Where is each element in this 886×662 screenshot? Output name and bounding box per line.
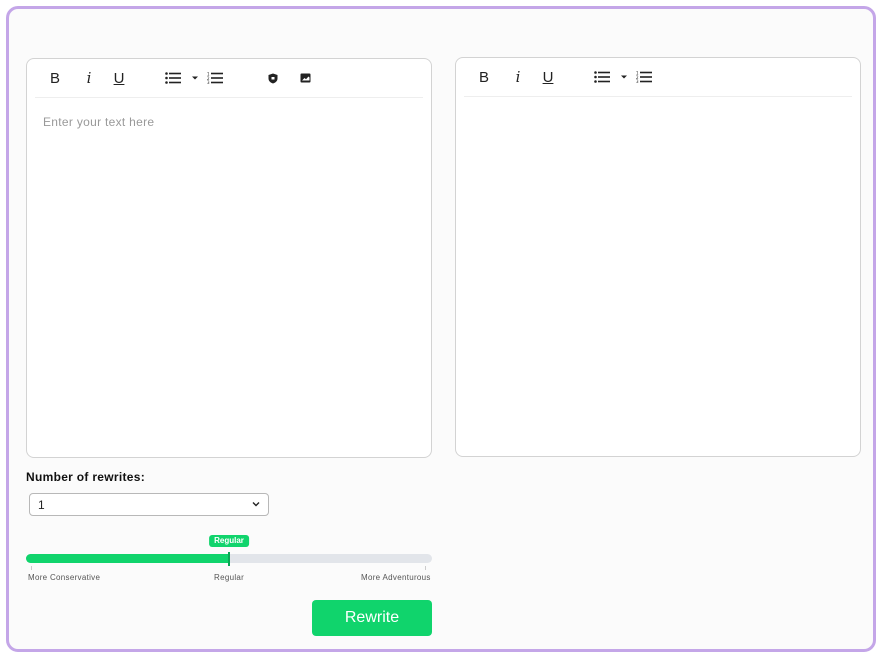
- underline-button[interactable]: U: [540, 67, 556, 87]
- input-text-area[interactable]: Enter your text here: [43, 115, 415, 441]
- numbered-list-icon: 1 2 3: [207, 72, 223, 84]
- image-button[interactable]: [297, 68, 313, 88]
- bulleted-list-icon: [165, 72, 181, 84]
- svg-text:3: 3: [207, 80, 210, 84]
- slider-min-label: More Conservative: [28, 573, 101, 582]
- slider-tick-max: [425, 566, 426, 570]
- list-style-dropdown[interactable]: [616, 67, 632, 87]
- bulleted-list-button[interactable]: [594, 67, 610, 87]
- numbered-list-icon: 1 2 3: [636, 71, 652, 83]
- shield-button[interactable]: [265, 68, 281, 88]
- image-icon: [300, 73, 310, 83]
- slider-max-label: More Adventurous: [361, 573, 431, 582]
- rewrites-select[interactable]: 1: [29, 493, 269, 516]
- numbered-list-button[interactable]: 1 2 3: [636, 67, 652, 87]
- rewrite-button[interactable]: Rewrite: [312, 600, 432, 636]
- slider-mid-label: Regular: [214, 573, 245, 582]
- input-placeholder: Enter your text here: [43, 115, 155, 129]
- caret-down-icon: [192, 76, 198, 80]
- bold-button[interactable]: B: [47, 68, 63, 88]
- output-editor-toolbar: B i U 1 2 3: [464, 58, 852, 97]
- input-editor-toolbar: B i U 1 2 3: [35, 59, 423, 98]
- list-style-dropdown[interactable]: [187, 68, 203, 88]
- numbered-list-button[interactable]: 1 2 3: [207, 68, 223, 88]
- creativity-slider-handle[interactable]: [228, 552, 230, 566]
- rewrites-selected-value: 1: [38, 497, 45, 512]
- bulleted-list-icon: [594, 71, 610, 83]
- input-editor[interactable]: B i U 1 2 3 Enter your text here: [26, 58, 432, 458]
- italic-button[interactable]: i: [510, 67, 526, 87]
- shield-icon: [268, 73, 278, 83]
- underline-button[interactable]: U: [111, 68, 127, 88]
- bulleted-list-button[interactable]: [165, 68, 181, 88]
- rewrites-label: Number of rewrites:: [26, 470, 146, 484]
- output-text-area[interactable]: [472, 114, 844, 440]
- slider-tick-min: [31, 566, 32, 570]
- svg-text:3: 3: [636, 79, 639, 83]
- bold-button[interactable]: B: [476, 67, 492, 87]
- italic-button[interactable]: i: [81, 68, 97, 88]
- creativity-slider-fill: [26, 554, 229, 563]
- output-editor[interactable]: B i U 1 2 3: [455, 57, 861, 457]
- chevron-down-icon: [252, 502, 260, 507]
- caret-down-icon: [621, 75, 627, 79]
- creativity-value-badge: Regular: [209, 535, 249, 547]
